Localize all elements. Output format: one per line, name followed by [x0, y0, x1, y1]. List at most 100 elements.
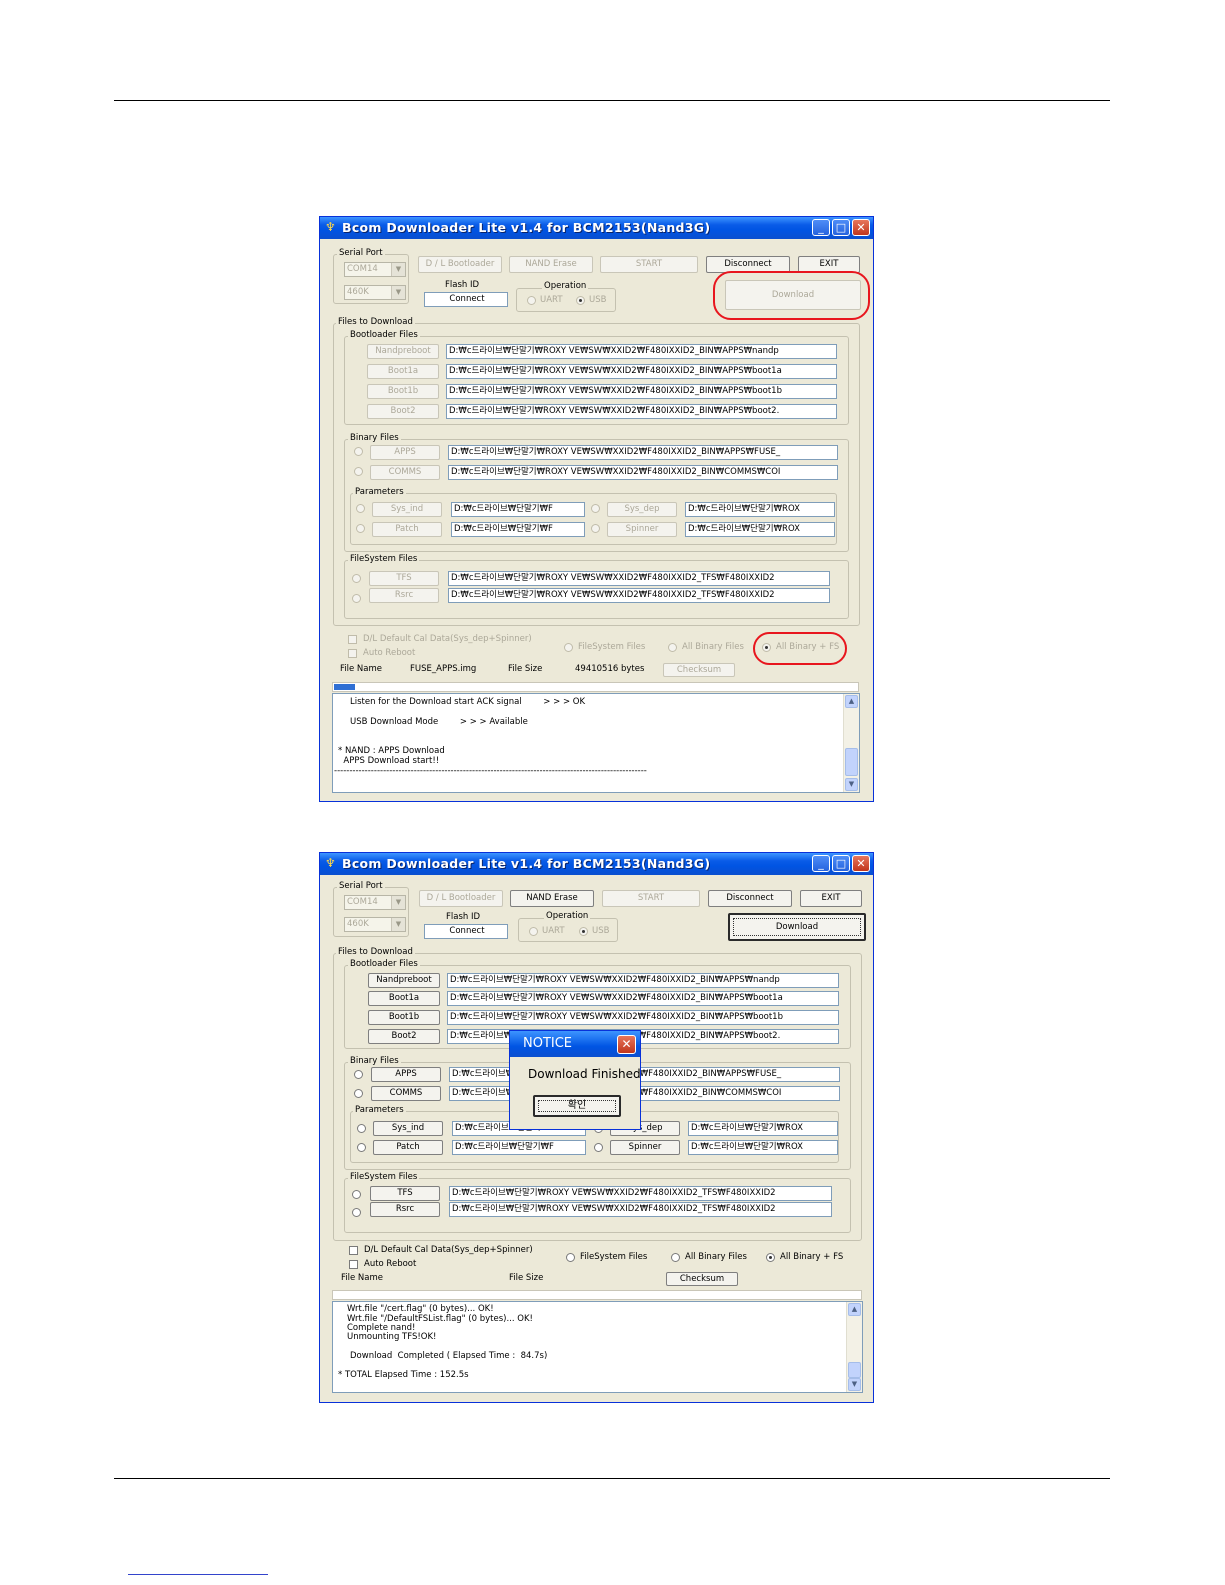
sys-dep-path[interactable]: D:₩c드라이브₩단말기₩ROX — [688, 1121, 838, 1136]
patch-radio[interactable] — [357, 1143, 366, 1152]
boot1b-path[interactable]: D:₩c드라이브₩단말기₩ROXY VE₩SW₩XXID2₩F480IXXID2… — [447, 1010, 839, 1025]
log-output[interactable]: Listen for the Download start ACK signal… — [332, 693, 860, 793]
log-scrollbar[interactable]: ▲ ▼ — [843, 694, 859, 792]
log-output[interactable]: Wrt.file "/cert.flag" (0 bytes)... OK! W… — [332, 1301, 863, 1393]
uart-radio[interactable] — [529, 927, 538, 936]
title-bar[interactable]: ♆ Bcom Downloader Lite v1.4 for BCM2153(… — [320, 853, 873, 875]
filesystem-files-radio[interactable] — [566, 1253, 575, 1262]
tfs-path[interactable]: D:₩c드라이브₩단말기₩ROXY VE₩SW₩XXID2₩F480IXXID2… — [449, 1186, 832, 1201]
download-button[interactable]: Download — [728, 913, 866, 941]
apps-radio[interactable] — [354, 1070, 363, 1079]
usb-radio[interactable] — [579, 927, 588, 936]
start-button[interactable]: START — [600, 256, 698, 273]
exit-button[interactable]: EXIT — [800, 890, 862, 907]
all-binary-files-radio[interactable] — [668, 643, 677, 652]
baud-select[interactable]: 460K ▼ — [344, 917, 406, 932]
boot2-button[interactable]: Boot2 — [367, 404, 439, 419]
maximize-button[interactable]: □ — [832, 219, 850, 236]
all-binary-fs-radio[interactable] — [766, 1253, 775, 1262]
com-port-select[interactable]: COM14 ▼ — [344, 262, 406, 277]
dl-bootloader-button[interactable]: D / L Bootloader — [419, 890, 503, 907]
tfs-radio[interactable] — [352, 1190, 361, 1199]
sys-ind-radio[interactable] — [357, 1124, 366, 1133]
com-port-select[interactable]: COM14 ▼ — [344, 895, 406, 910]
boot1b-button[interactable]: Boot1b — [368, 1010, 440, 1025]
patch-path[interactable]: D:₩c드라이브₩단말기₩F — [452, 1140, 586, 1155]
comms-button[interactable]: COMMS — [370, 465, 440, 480]
rsrc-radio[interactable] — [352, 1208, 361, 1217]
patch-button[interactable]: Patch — [373, 1140, 443, 1155]
sys-dep-button[interactable]: Sys_dep — [607, 502, 677, 517]
sys-dep-path[interactable]: D:₩c드라이브₩단말기₩ROX — [685, 502, 835, 517]
uart-radio[interactable] — [527, 296, 536, 305]
spinner-button[interactable]: Spinner — [607, 522, 677, 537]
comms-path[interactable]: D:₩c드라이브₩단말기₩ROXY VE₩SW₩XXID2₩F480IXXID2… — [448, 465, 838, 480]
start-button[interactable]: START — [602, 890, 700, 907]
apps-button[interactable]: APPS — [370, 445, 440, 460]
maximize-button[interactable]: □ — [832, 855, 850, 872]
tfs-button[interactable]: TFS — [370, 1186, 440, 1201]
dl-default-cal-checkbox[interactable] — [348, 635, 357, 644]
log-scrollbar[interactable]: ▲ ▼ — [846, 1302, 862, 1392]
comms-button[interactable]: COMMS — [371, 1086, 441, 1101]
nandpreboot-button[interactable]: Nandpreboot — [368, 973, 440, 988]
comms-radio[interactable] — [354, 1089, 363, 1098]
tfs-button[interactable]: TFS — [369, 571, 439, 586]
sys-ind-radio[interactable] — [356, 504, 365, 513]
tfs-path[interactable]: D:₩c드라이브₩단말기₩ROXY VE₩SW₩XXID2₩F480IXXID2… — [448, 571, 830, 586]
rsrc-radio[interactable] — [352, 594, 361, 603]
rsrc-path[interactable]: D:₩c드라이브₩단말기₩ROXY VE₩SW₩XXID2₩F480IXXID2… — [449, 1202, 832, 1217]
patch-radio[interactable] — [356, 524, 365, 533]
comms-path[interactable]: D:₩c드라이브₩단말기₩ROXY VE₩SW₩XXID2₩F480IXXID2… — [449, 1086, 840, 1101]
sys-dep-radio[interactable] — [591, 504, 600, 513]
nandpreboot-path[interactable]: D:₩c드라이브₩단말기₩ROXY VE₩SW₩XXID2₩F480IXXID2… — [447, 973, 839, 988]
spinner-path[interactable]: D:₩c드라이브₩단말기₩ROX — [685, 522, 835, 537]
scroll-thumb[interactable] — [845, 748, 858, 776]
boot1a-path[interactable]: D:₩c드라이브₩단말기₩ROXY VE₩SW₩XXID2₩F480IXXID2… — [446, 364, 837, 379]
boot2-path[interactable]: D:₩c드라이브₩단말기₩ROXY VE₩SW₩XXID2₩F480IXXID2… — [446, 404, 837, 419]
scroll-up-icon[interactable]: ▲ — [845, 695, 858, 708]
baud-select[interactable]: 460K ▼ — [344, 285, 406, 300]
spinner-button[interactable]: Spinner — [610, 1140, 680, 1155]
boot1b-button[interactable]: Boot1b — [367, 384, 439, 399]
spinner-radio[interactable] — [591, 524, 600, 533]
disconnect-button[interactable]: Disconnect — [708, 890, 792, 907]
checksum-button[interactable]: Checksum — [666, 1272, 738, 1286]
nand-erase-button[interactable]: NAND Erase — [509, 256, 593, 273]
flash-id-field[interactable]: Connect — [424, 924, 508, 939]
apps-path[interactable]: D:₩c드라이브₩단말기₩ROXY VE₩SW₩XXID2₩F480IXXID2… — [448, 445, 838, 460]
dl-default-cal-checkbox[interactable] — [349, 1246, 358, 1255]
minimize-button[interactable]: _ — [812, 855, 830, 872]
boot2-button[interactable]: Boot2 — [368, 1029, 440, 1044]
apps-radio[interactable] — [354, 447, 363, 456]
minimize-button[interactable]: _ — [812, 219, 830, 236]
spinner-radio[interactable] — [594, 1143, 603, 1152]
close-button[interactable]: ✕ — [852, 855, 870, 872]
all-binary-files-radio[interactable] — [671, 1253, 680, 1262]
rsrc-path[interactable]: D:₩c드라이브₩단말기₩ROXY VE₩SW₩XXID2₩F480IXXID2… — [448, 588, 830, 603]
ok-button[interactable]: 확인 — [533, 1095, 621, 1117]
scroll-down-icon[interactable]: ▼ — [848, 1378, 861, 1391]
boot1a-path[interactable]: D:₩c드라이브₩단말기₩ROXY VE₩SW₩XXID2₩F480IXXID2… — [447, 991, 839, 1006]
apps-button[interactable]: APPS — [371, 1067, 441, 1082]
auto-reboot-checkbox[interactable] — [348, 649, 357, 658]
sys-ind-path[interactable]: D:₩c드라이브₩단말기₩F — [451, 502, 585, 517]
sys-ind-button[interactable]: Sys_ind — [373, 1121, 443, 1136]
dl-bootloader-button[interactable]: D / L Bootloader — [418, 256, 502, 273]
title-bar[interactable]: ♆ Bcom Downloader Lite v1.4 for BCM2153(… — [320, 217, 873, 239]
auto-reboot-checkbox[interactable] — [349, 1260, 358, 1269]
boot1b-path[interactable]: D:₩c드라이브₩단말기₩ROXY VE₩SW₩XXID2₩F480IXXID2… — [446, 384, 837, 399]
nandpreboot-path[interactable]: D:₩c드라이브₩단말기₩ROXY VE₩SW₩XXID2₩F480IXXID2… — [446, 344, 837, 359]
boot1a-button[interactable]: Boot1a — [368, 991, 440, 1006]
nand-erase-button[interactable]: NAND Erase — [510, 890, 594, 907]
tfs-radio[interactable] — [352, 574, 361, 583]
nandpreboot-button[interactable]: Nandpreboot — [367, 344, 439, 359]
boot1a-button[interactable]: Boot1a — [367, 364, 439, 379]
rsrc-button[interactable]: Rsrc — [369, 588, 439, 603]
sys-ind-button[interactable]: Sys_ind — [372, 502, 442, 517]
scroll-thumb[interactable] — [848, 1362, 861, 1378]
filesystem-files-radio[interactable] — [564, 643, 573, 652]
boot2-path[interactable]: D:₩c드라이브₩단말기₩ROXY VE₩SW₩XXID2₩F480IXXID2… — [447, 1029, 839, 1044]
close-icon[interactable]: ✕ — [617, 1035, 636, 1054]
comms-radio[interactable] — [354, 467, 363, 476]
